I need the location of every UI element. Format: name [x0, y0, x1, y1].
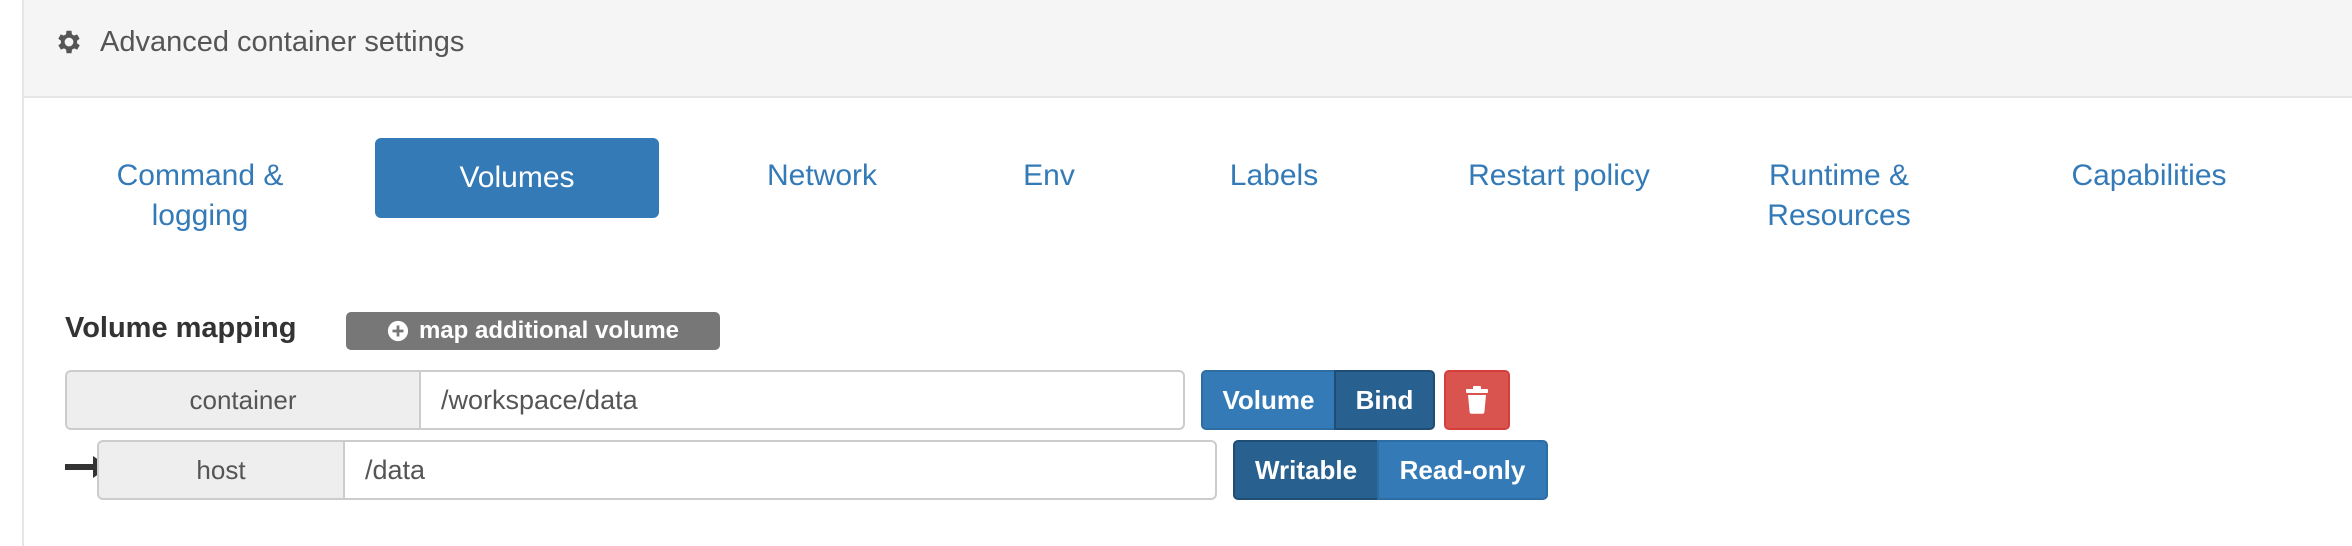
map-additional-volume-label: map additional volume: [418, 317, 680, 344]
volume-mapping-label: Volume mapping: [65, 312, 297, 344]
panel-title: Advanced container settings: [100, 26, 465, 58]
container-addon: container: [65, 370, 421, 430]
read-only-mode-button[interactable]: Read-only: [1377, 440, 1548, 500]
tab-label: Capabilities: [2071, 159, 2227, 192]
trash-icon: [1466, 386, 1488, 414]
gear-icon: [58, 30, 80, 54]
advanced-settings-panel: Advanced container settings Command & lo…: [22, 0, 2352, 546]
tab-labels[interactable]: Labels: [1194, 138, 1354, 218]
writable-mode-button[interactable]: Writable: [1233, 440, 1379, 500]
tab-label: Restart policy: [1468, 159, 1650, 192]
host-addon: host: [97, 440, 345, 500]
tab-restart-policy[interactable]: Restart policy: [1424, 138, 1694, 218]
plus-circle-icon: [387, 320, 409, 342]
host-path-input[interactable]: [345, 440, 1217, 500]
tab-label: Volumes: [459, 161, 575, 194]
tab-label: Network: [766, 159, 878, 192]
panel-header: Advanced container settings: [24, 0, 2352, 98]
map-additional-volume-button[interactable]: map additional volume: [346, 312, 720, 350]
tab-label: Runtime & Resources: [1767, 159, 1911, 232]
tab-command-logging[interactable]: Command & logging: [110, 138, 290, 232]
tab-label: Command & logging: [116, 159, 284, 232]
tab-label: Labels: [1229, 159, 1319, 192]
container-path-input[interactable]: [421, 370, 1185, 430]
tab-env[interactable]: Env: [984, 138, 1114, 218]
remove-volume-button[interactable]: [1444, 370, 1510, 430]
tab-runtime-resources[interactable]: Runtime & Resources: [1724, 138, 1954, 232]
volume-type-button[interactable]: Volume: [1201, 370, 1336, 430]
tab-volumes[interactable]: Volumes: [375, 138, 659, 218]
tab-network[interactable]: Network: [712, 138, 932, 218]
bind-type-button[interactable]: Bind: [1334, 370, 1435, 430]
tab-label: Env: [1023, 159, 1075, 192]
tab-capabilities[interactable]: Capabilities: [2034, 138, 2264, 218]
